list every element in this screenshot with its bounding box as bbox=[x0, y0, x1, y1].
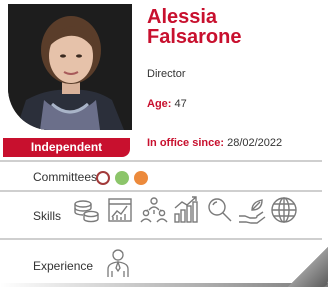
card-corner-fold bbox=[288, 247, 328, 287]
growth-bars-icon bbox=[174, 196, 198, 223]
office-label: In office since: bbox=[147, 137, 225, 149]
independent-badge: Independent bbox=[3, 138, 130, 157]
organization-people-icon bbox=[140, 197, 168, 223]
age-line: Age: 47 bbox=[147, 98, 187, 110]
director-name: Alessia Falsarone bbox=[147, 7, 322, 47]
divider-top bbox=[0, 160, 322, 162]
experience-label: Experience bbox=[33, 259, 94, 273]
committee-outline-icon bbox=[96, 171, 110, 185]
committee-green-icon bbox=[115, 171, 129, 185]
role-title: Director bbox=[147, 68, 186, 80]
sustainability-hand-leaf-icon bbox=[239, 199, 266, 224]
age-value: 47 bbox=[174, 98, 187, 110]
office-value: 28/02/2022 bbox=[227, 137, 283, 149]
profile-photo bbox=[8, 4, 132, 130]
director-card: Alessia Falsarone Director Age: 47 Indep… bbox=[0, 0, 328, 287]
first-name: Alessia bbox=[147, 6, 218, 28]
analysis-magnifier-icon bbox=[208, 198, 232, 222]
divider-committees bbox=[0, 190, 322, 192]
card-bottom-shadow bbox=[0, 283, 328, 287]
skills-label: Skills bbox=[33, 209, 62, 223]
executive-person-icon bbox=[107, 249, 129, 277]
committee-orange-icon bbox=[134, 171, 148, 185]
finance-coins-icon bbox=[74, 200, 99, 223]
age-label: Age: bbox=[147, 98, 172, 110]
divider-skills bbox=[0, 238, 322, 240]
office-line: In office since: 28/02/2022 bbox=[147, 137, 282, 149]
international-globe-icon bbox=[271, 197, 297, 223]
reporting-chart-icon bbox=[108, 198, 132, 222]
last-name: Falsarone bbox=[147, 26, 242, 48]
committees-label: Committees bbox=[33, 170, 98, 184]
